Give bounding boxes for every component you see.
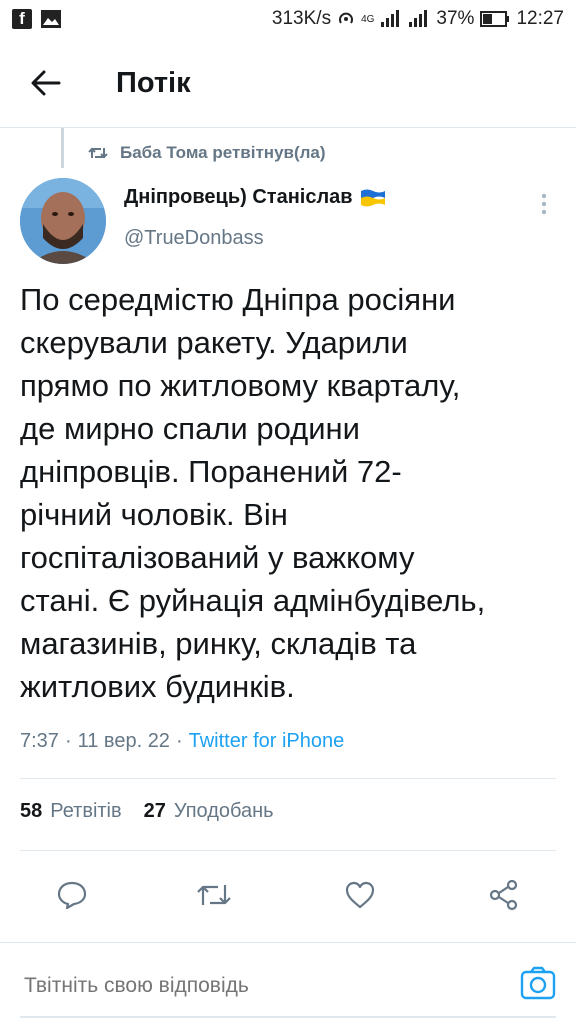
image-notification-icon bbox=[40, 9, 62, 29]
meta-divider bbox=[20, 778, 556, 779]
stats-row: 58 Ретвітів 27 Уподобань bbox=[20, 800, 288, 823]
reply-button[interactable] bbox=[52, 875, 92, 915]
tweet-date: 11 вер. 22 bbox=[77, 730, 170, 752]
app-header: Потік bbox=[0, 38, 576, 128]
meta-separator: · bbox=[64, 730, 72, 752]
author-handle[interactable]: @TrueDonbass bbox=[124, 227, 387, 250]
share-icon bbox=[489, 879, 518, 911]
facebook-notification-icon: f bbox=[12, 9, 32, 29]
heart-icon bbox=[345, 881, 375, 909]
battery-percent: 37% bbox=[436, 8, 475, 29]
likes-count[interactable]: 27 bbox=[144, 800, 166, 823]
retweets-count[interactable]: 58 bbox=[20, 800, 42, 823]
signal-icon-1 bbox=[380, 10, 402, 28]
likes-label[interactable]: Уподобань bbox=[174, 800, 274, 823]
tweet-meta: 7:37 · 11 вер. 22 · Twitter for iPhone bbox=[20, 730, 344, 753]
ukraine-flag-icon bbox=[360, 189, 385, 206]
tweet-source-link[interactable]: Twitter for iPhone bbox=[189, 730, 345, 753]
author-name: Дніпровець) Станіслав bbox=[124, 186, 353, 208]
reply-underline bbox=[20, 1016, 556, 1018]
retweets-label[interactable]: Ретвітів bbox=[50, 800, 121, 823]
status-right: 313K/s 4G 37% 12:27 bbox=[272, 8, 564, 30]
battery-icon bbox=[480, 11, 510, 27]
reply-input[interactable] bbox=[24, 968, 484, 1004]
retweeted-by-label: Баба Тома ретвітнув(ла) bbox=[120, 143, 326, 162]
meta-separator: · bbox=[175, 730, 183, 752]
hotspot-icon bbox=[337, 10, 355, 28]
page-title: Потік bbox=[116, 66, 191, 99]
network-type: 4G bbox=[361, 13, 375, 25]
back-button[interactable] bbox=[16, 53, 76, 113]
arrow-left-icon bbox=[31, 70, 61, 96]
thread-line bbox=[61, 128, 64, 168]
like-button[interactable] bbox=[340, 875, 380, 915]
comment-icon bbox=[57, 881, 87, 910]
tweet-text: По середмістю Дніпра росіяни скерували р… bbox=[20, 282, 486, 704]
more-vertical-icon bbox=[541, 193, 547, 215]
share-button[interactable] bbox=[484, 875, 524, 915]
reply-divider bbox=[0, 942, 576, 943]
author-name-row[interactable]: Дніпровець) Станіслав bbox=[124, 186, 387, 209]
status-bar: f 313K/s 4G 37% 12:27 bbox=[0, 0, 576, 38]
camera-button[interactable] bbox=[520, 966, 556, 1002]
retweet-icon bbox=[88, 147, 108, 159]
tweet-time: 7:37 bbox=[20, 730, 59, 752]
stats-divider bbox=[20, 850, 556, 851]
header-divider bbox=[0, 127, 576, 128]
signal-icon-2 bbox=[408, 10, 430, 28]
camera-icon bbox=[520, 966, 556, 1000]
status-left: f bbox=[12, 9, 62, 29]
author-block: Дніпровець) Станіслав @TrueDonbass bbox=[124, 186, 387, 250]
clock: 12:27 bbox=[516, 8, 564, 29]
retweet-indicator[interactable]: Баба Тома ретвітнув(ла) bbox=[88, 143, 326, 163]
retweet-action-icon bbox=[197, 885, 231, 905]
more-options-button[interactable] bbox=[530, 190, 558, 218]
network-speed: 313K/s bbox=[271, 8, 332, 29]
actions-row bbox=[0, 863, 576, 919]
retweet-button[interactable] bbox=[194, 875, 234, 915]
author-avatar[interactable] bbox=[20, 178, 106, 264]
